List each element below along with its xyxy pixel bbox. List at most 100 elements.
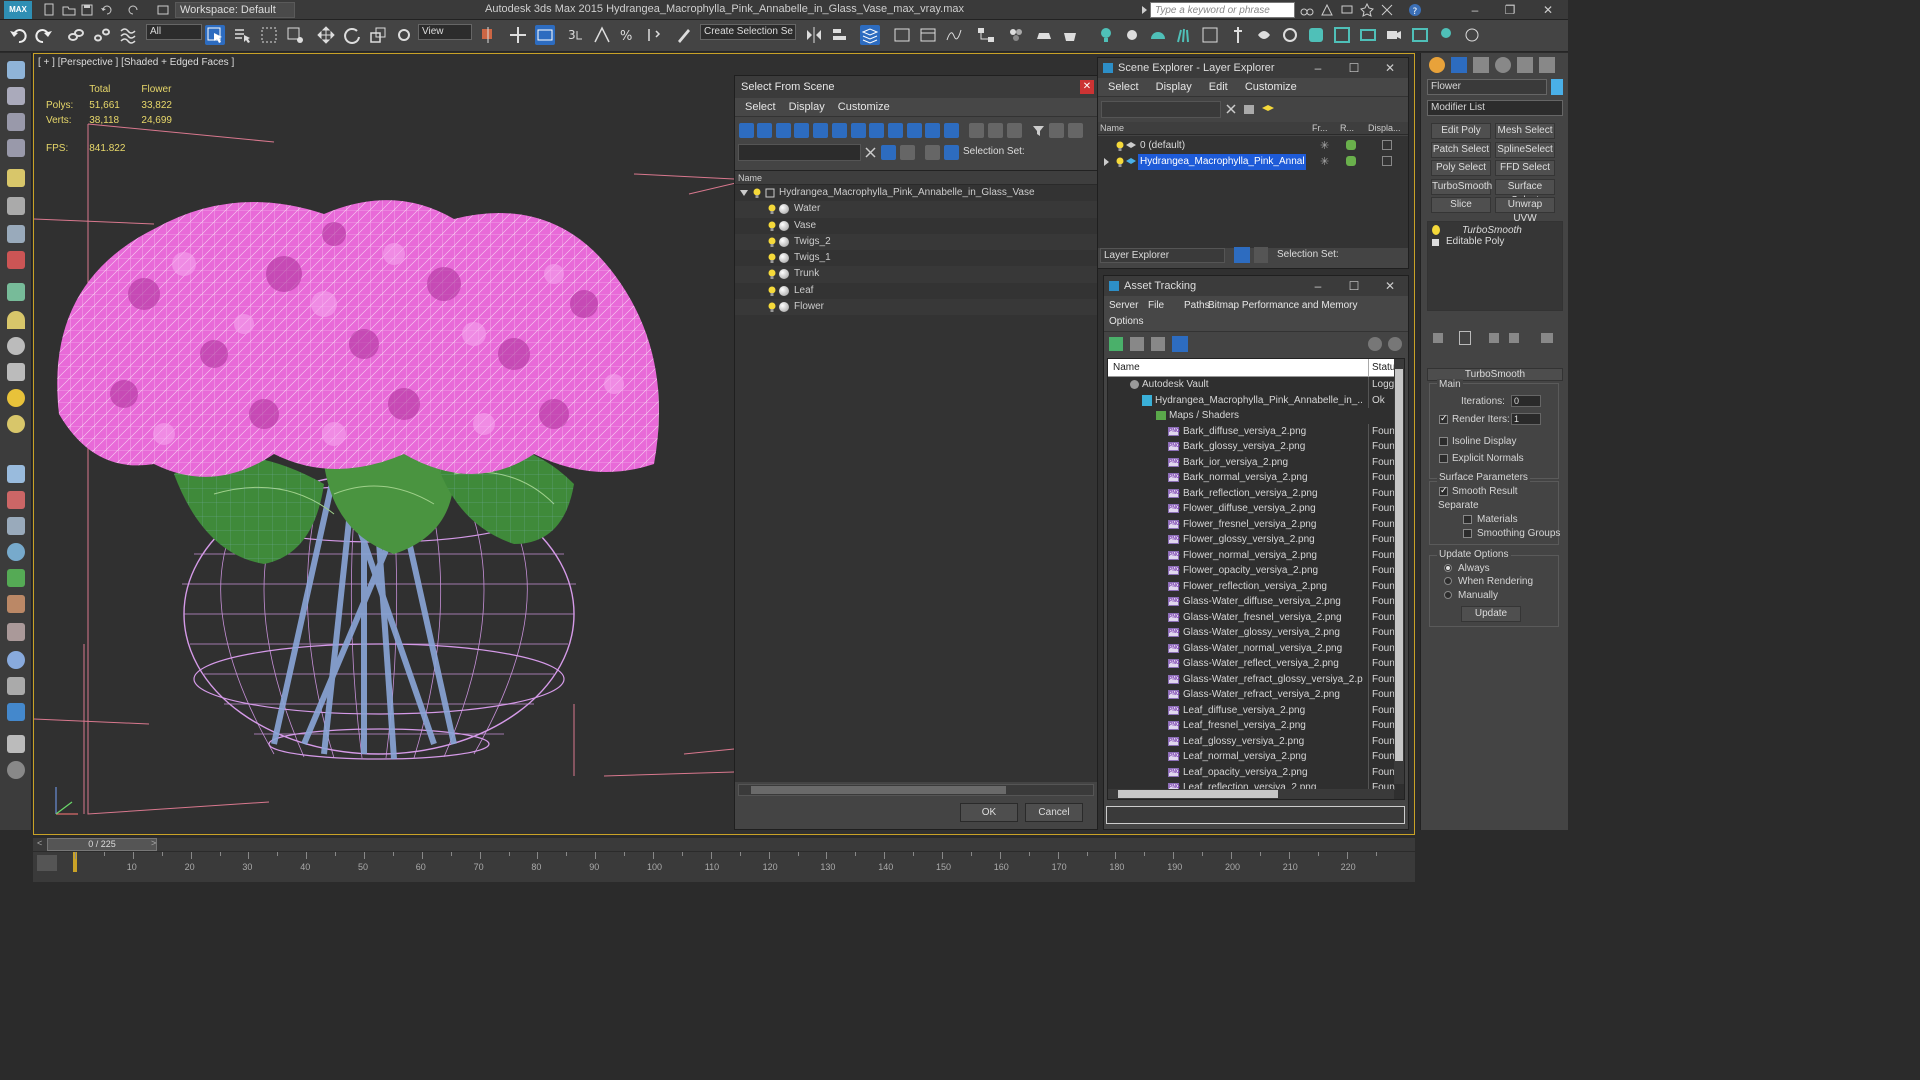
asset-map-row[interactable]: PNG Glass-Water_reflect_versiya_2.png Foun (1108, 656, 1404, 672)
camera-icon[interactable] (7, 197, 25, 215)
vray-light-icon[interactable] (1096, 25, 1116, 45)
vray-bulb-icon[interactable] (1436, 25, 1456, 45)
collapse-arrow-icon[interactable] (740, 189, 748, 197)
sfs-title[interactable]: Select From Scene (735, 76, 1097, 98)
spacewarps-filter-icon[interactable] (832, 123, 847, 138)
select-by-name-icon[interactable] (232, 25, 252, 45)
display-box-icon[interactable] (1382, 140, 1392, 150)
asset-menu-options[interactable]: Options (1109, 316, 1143, 327)
sfs-object-row[interactable]: Leaf (735, 282, 1097, 300)
scene-explorer-icon[interactable] (892, 25, 912, 45)
vray-proxy-icon[interactable] (1200, 25, 1220, 45)
render-teapot-icon[interactable] (1346, 156, 1356, 166)
binoculars-icon[interactable] (1300, 3, 1314, 17)
asset-menu-paths[interactable]: Paths (1184, 300, 1210, 311)
light-bulb-icon[interactable] (768, 302, 776, 313)
hidden-filter-icon[interactable] (944, 123, 959, 138)
asset-vscroll-thumb[interactable] (1395, 369, 1403, 761)
asset-map-row[interactable]: PNG Bark_reflection_versiya_2.png Foun (1108, 485, 1404, 501)
utilities-tab-icon[interactable] (1539, 57, 1555, 73)
smooth-result-checkbox[interactable] (1439, 485, 1448, 496)
sfs-object-row[interactable]: Flower (735, 299, 1097, 316)
iterations-spinner[interactable]: 0 (1511, 395, 1541, 407)
light-bulb-icon[interactable] (768, 221, 776, 231)
vray-render-icon[interactable] (1332, 25, 1352, 45)
make-unique-icon[interactable] (1489, 333, 1499, 343)
rotate-icon[interactable] (342, 25, 362, 45)
asset-map-row[interactable]: PNG Leaf_diffuse_versiya_2.png Foun (1108, 702, 1404, 718)
gear-icon[interactable] (7, 543, 25, 561)
mirror-icon[interactable] (804, 25, 824, 45)
asset-map-row[interactable]: PNG Leaf_glossy_versiya_2.png Foun (1108, 733, 1404, 749)
list-view-icon[interactable] (1130, 337, 1144, 351)
asset-row-file[interactable]: Hydrangea_Macrophylla_Pink_Annabelle_in_… (1108, 392, 1404, 408)
xrefs-filter-icon[interactable] (869, 123, 884, 138)
display-box-icon[interactable] (1382, 156, 1392, 166)
render-frame-icon[interactable] (1060, 25, 1080, 45)
sfs-find-input[interactable] (738, 144, 861, 161)
stack-bulb-icon[interactable] (1432, 225, 1440, 235)
geosphere-icon[interactable] (7, 415, 25, 433)
move-icon[interactable] (316, 25, 336, 45)
vray-fur-icon[interactable] (1174, 25, 1194, 45)
render-iters-checkbox[interactable] (1439, 413, 1448, 424)
scene-explorer-close-button[interactable]: ✕ (1376, 58, 1404, 78)
asset-map-row[interactable]: PNG Flower_opacity_versiya_2.png Foun (1108, 563, 1404, 579)
vray-frame-icon[interactable] (1410, 25, 1430, 45)
asset-map-row[interactable]: PNG Leaf_normal_versiya_2.png Foun (1108, 749, 1404, 765)
asset-col-name[interactable]: Name (1113, 359, 1140, 377)
sfs-horizontal-scrollbar[interactable] (738, 784, 1094, 796)
motion-tab-icon[interactable] (1495, 57, 1511, 73)
scex-menu-display[interactable]: Display (1156, 78, 1192, 97)
scex-new-layer-icon[interactable] (1243, 102, 1256, 115)
layer-manager-icon[interactable] (860, 25, 880, 45)
asset-row-folder[interactable]: Maps / Shaders (1108, 408, 1404, 424)
edit-named-selection-icon[interactable] (674, 25, 694, 45)
asset-hscroll-thumb[interactable] (1118, 790, 1278, 798)
sfs-object-row[interactable]: Vase (735, 217, 1097, 234)
remove-modifier-icon[interactable] (1509, 333, 1519, 343)
scene-explorer-minimize-button[interactable]: – (1304, 58, 1332, 78)
scex-mode-dropdown[interactable]: Layer Explorer (1100, 248, 1225, 263)
scex-menu-select[interactable]: Select (1108, 78, 1139, 97)
scex-layers-mode-icon[interactable] (1234, 247, 1250, 263)
object-name-field[interactable]: Flower (1427, 79, 1547, 95)
lights-filter-icon[interactable] (776, 123, 791, 138)
window-crossing-icon[interactable] (285, 25, 305, 45)
turbosmooth-button[interactable]: TurboSmooth (1431, 178, 1492, 195)
asset-row-vault[interactable]: Autodesk Vault Logg (1108, 377, 1404, 393)
time-slider[interactable]: < 0 / 225 > (33, 838, 1415, 851)
helper-icon[interactable] (7, 225, 25, 243)
display-tab-icon[interactable] (1517, 57, 1533, 73)
exchange-icon[interactable] (1380, 3, 1394, 17)
show-end-result-icon[interactable] (1459, 331, 1471, 345)
asset-map-row[interactable]: PNG Flower_fresnel_versiya_2.png Foun (1108, 516, 1404, 532)
sfs-close-icon[interactable]: ✕ (1080, 80, 1094, 94)
redo-icon[interactable] (34, 25, 54, 45)
display-all-icon[interactable] (969, 123, 984, 138)
asset-map-row[interactable]: PNG Glass-Water_glossy_versiya_2.png Foun (1108, 625, 1404, 641)
asset-menu-bitmap[interactable]: Bitmap Performance and Memory (1208, 300, 1358, 311)
torus-icon[interactable] (7, 337, 25, 355)
light-bulb-icon[interactable] (768, 286, 776, 296)
scex-col-name[interactable]: Name (1100, 122, 1124, 135)
sync-selection-icon[interactable] (900, 145, 915, 160)
sfs-menu-customize[interactable]: Customize (838, 98, 890, 117)
place-icon[interactable] (394, 25, 414, 45)
helpers-filter-icon[interactable] (813, 123, 828, 138)
scale-icon[interactable] (368, 25, 388, 45)
light-icon[interactable] (7, 169, 25, 187)
scex-clear-icon[interactable] (1225, 103, 1237, 115)
help-circle-icon[interactable] (7, 761, 25, 779)
select-object-icon[interactable] (205, 25, 225, 45)
redo-icon[interactable] (126, 3, 140, 17)
teapot-icon[interactable] (7, 61, 25, 79)
cameras-filter-icon[interactable] (794, 123, 809, 138)
unlink-icon[interactable] (92, 25, 112, 45)
asset-map-row[interactable]: PNG Leaf_opacity_versiya_2.png Foun (1108, 764, 1404, 780)
filter-options-icon[interactable] (1049, 123, 1064, 138)
layers-icon[interactable] (925, 145, 940, 160)
sfs-scroll-thumb[interactable] (751, 786, 1006, 794)
scex-search-input[interactable] (1101, 101, 1221, 118)
dome-icon[interactable] (7, 311, 25, 329)
